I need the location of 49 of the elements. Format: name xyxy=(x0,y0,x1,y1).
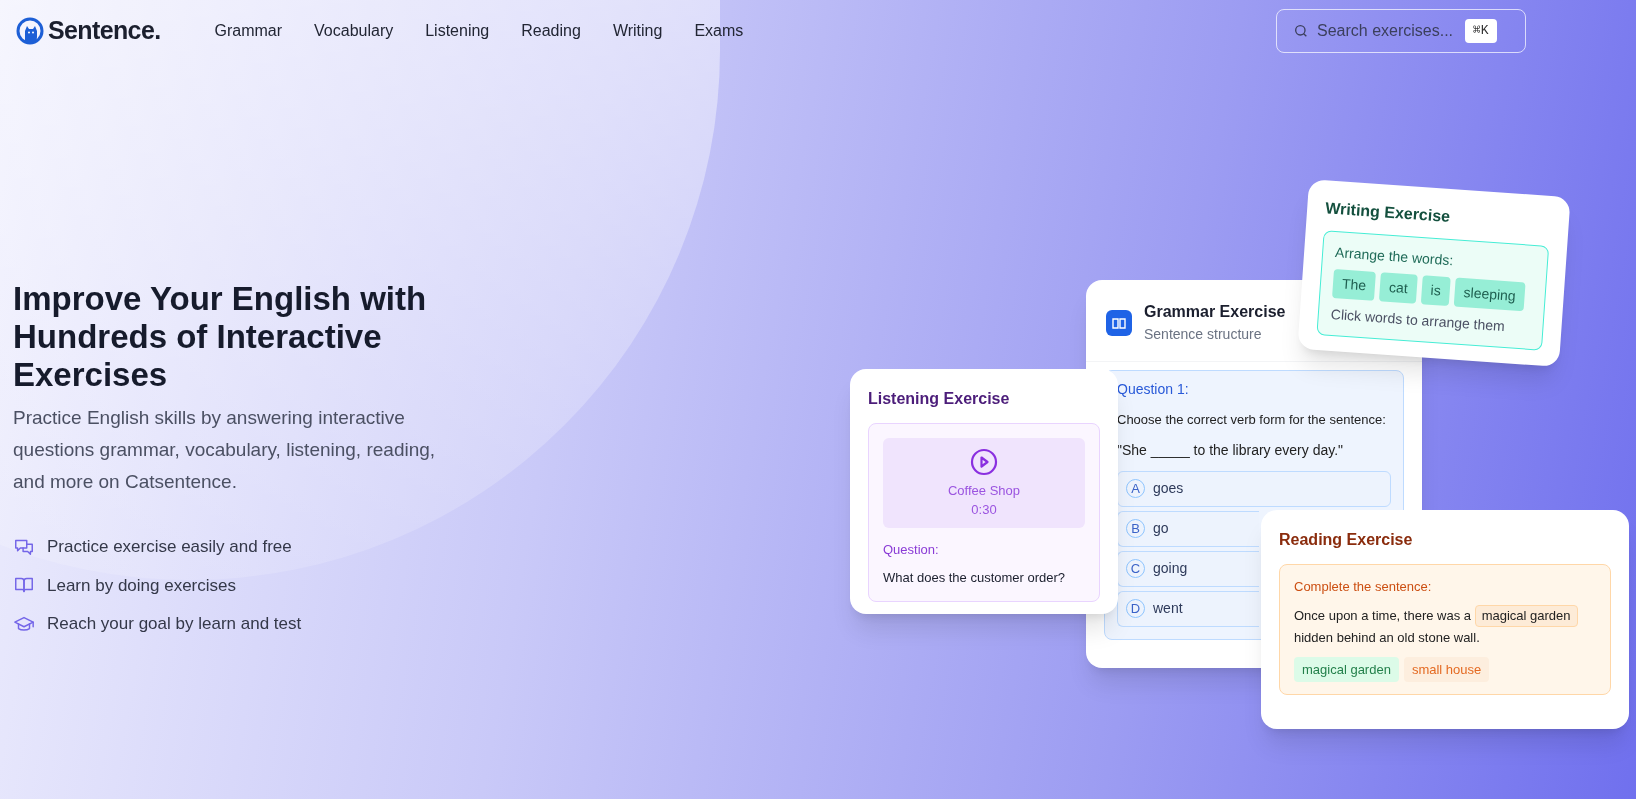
question-label: Question: xyxy=(883,541,940,559)
hero-title: Improve Your English with Hundreds of Interactive Exercises xyxy=(13,280,428,394)
question-label: Question 1: xyxy=(1117,380,1190,399)
nav-link[interactable]: Grammar xyxy=(214,19,283,43)
option-text: going xyxy=(1153,559,1188,578)
word-chip[interactable]: is xyxy=(1420,275,1451,307)
card-subtitle: Sentence structure xyxy=(1144,325,1263,344)
card-title: Reading Exercise xyxy=(1279,530,1414,550)
story-sentence: Once upon a time, there was a magical garden hidden behind an old stone wall. xyxy=(1294,604,1596,649)
nav-link[interactable]: Reading xyxy=(521,19,581,43)
word-chip[interactable]: sleeping xyxy=(1453,277,1526,312)
feature-text: Reach your goal by learn and test xyxy=(47,613,302,635)
word-chip[interactable]: cat xyxy=(1379,272,1418,304)
question-text: What does the customer order? xyxy=(883,568,1067,587)
option-text: go xyxy=(1153,519,1169,538)
play-icon[interactable] xyxy=(969,446,999,477)
instruction-text: Arrange the words: xyxy=(1334,243,1455,271)
answer-option[interactable]: D went xyxy=(1117,590,1259,627)
option-text: goes xyxy=(1153,479,1184,498)
question-sentence: "She _____ to the library every day." xyxy=(1117,440,1345,460)
card-title: Grammar Exercise xyxy=(1144,302,1286,322)
logo-text[interactable]: Sentence. xyxy=(48,12,161,50)
cat-logo-icon xyxy=(16,17,44,45)
nav-link[interactable]: Exams xyxy=(694,19,744,43)
answer-option[interactable]: C going xyxy=(1117,550,1259,587)
answer-chip[interactable]: magical garden xyxy=(1294,656,1399,682)
book-icon xyxy=(1106,309,1132,336)
filled-blank[interactable]: magical garden xyxy=(1474,604,1578,627)
hero-description: Practice English skills by answering interactive questions grammar, vocabulary, listening, reading, and more on Catsentence. xyxy=(13,406,437,494)
question-prompt: Choose the correct verb form for the sentence: xyxy=(1117,411,1387,429)
shortcut-key: ⌘K xyxy=(1465,19,1497,43)
card-title: Listening Exercise xyxy=(868,389,1011,409)
option-text: went xyxy=(1153,599,1183,618)
search-field[interactable]: Search exercises... ⌘K xyxy=(1276,9,1526,53)
nav-link[interactable]: Listening xyxy=(425,19,490,43)
feature-text: Practice exercise easily and free xyxy=(47,536,292,558)
audio-duration: 0:30 xyxy=(971,501,997,519)
nav-link[interactable]: Vocabulary xyxy=(314,19,394,43)
answer-option[interactable]: B go xyxy=(1117,510,1259,547)
feature-text: Learn by doing exercises xyxy=(47,574,236,597)
word-chip[interactable]: The xyxy=(1332,269,1377,301)
audio-title: Coffee Shop xyxy=(947,481,1020,500)
answer-option[interactable]: A goes xyxy=(1117,470,1391,507)
instruction-text: Complete the sentence: xyxy=(1294,578,1433,596)
card-title: Writing Exercise xyxy=(1324,198,1452,227)
audio-player[interactable]: Coffee Shop 0:30 xyxy=(883,438,1085,528)
nav-link[interactable]: Writing xyxy=(612,19,663,43)
search-input[interactable]: Search exercises... xyxy=(1317,19,1457,43)
search-icon xyxy=(1293,23,1309,39)
